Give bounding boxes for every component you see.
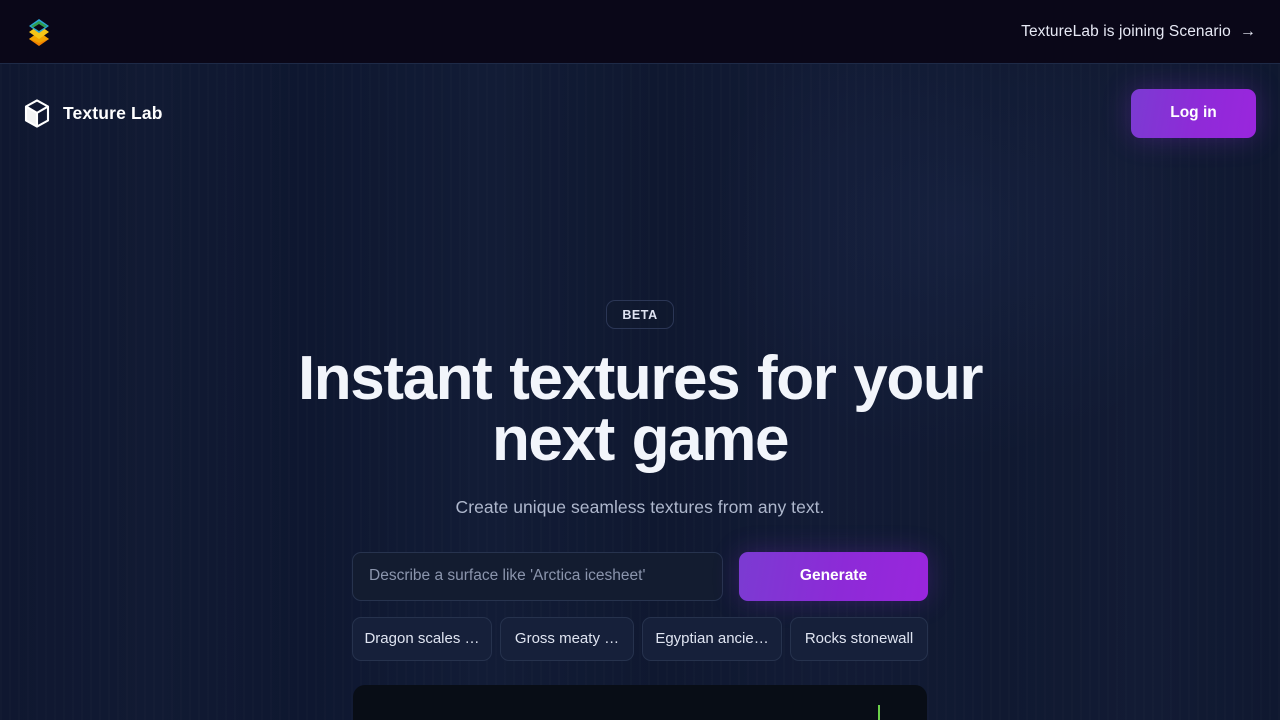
texture-preview-viewport[interactable] (353, 684, 927, 720)
suggestion-chip[interactable]: Rocks stonewall (790, 616, 928, 661)
arrow-right-icon: → (1239, 22, 1256, 40)
layers-diamond-logo-icon[interactable] (24, 17, 54, 47)
suggestion-chip[interactable]: Dragon scales … (352, 616, 492, 661)
cube-icon (24, 98, 50, 128)
page-subtitle: Create unique seamless textures from any… (455, 496, 825, 517)
announcement-bar: TextureLab is joining Scenario → (0, 0, 1280, 64)
prompt-row: Generate (352, 551, 928, 601)
suggestion-chip[interactable]: Egyptian ancie… (642, 616, 783, 661)
announcement-text: TextureLab is joining Scenario (1021, 22, 1231, 40)
suggestion-chip[interactable]: Gross meaty … (500, 616, 635, 661)
hero-section: BETA Instant textures for your next game… (0, 162, 1280, 720)
brand-name: Texture Lab (63, 102, 163, 123)
page-background: Texture Lab Log in BETA Instant textures… (0, 64, 1280, 720)
suggestion-chips: Dragon scales … Gross meaty … Egyptian a… (352, 616, 928, 661)
axis-helper-icon (859, 703, 885, 720)
generate-button[interactable]: Generate (739, 551, 928, 601)
announcement-link[interactable]: TextureLab is joining Scenario → (1021, 23, 1256, 41)
beta-badge[interactable]: BETA (606, 300, 674, 329)
login-button[interactable]: Log in (1131, 88, 1256, 138)
page-title: Instant textures for your next game (297, 344, 984, 475)
site-header: Texture Lab Log in (0, 64, 1280, 162)
prompt-input[interactable] (352, 551, 723, 601)
brand-home-link[interactable]: Texture Lab (24, 98, 163, 128)
